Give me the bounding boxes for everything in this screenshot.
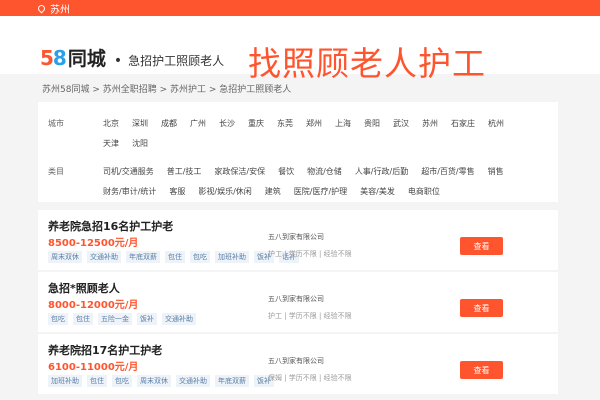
- city-option[interactable]: 东莞: [277, 114, 293, 134]
- benefit-tag: 交通补助: [176, 375, 210, 387]
- benefit-tag: 周末双休: [48, 251, 82, 263]
- city-option[interactable]: 成都: [161, 114, 177, 134]
- category-option[interactable]: 影视/娱乐/休闲: [198, 182, 251, 202]
- category-option[interactable]: 美容/美发: [360, 182, 395, 202]
- company-name[interactable]: 五八到家有限公司: [268, 294, 324, 304]
- logo-separator: •: [113, 53, 123, 69]
- category-option[interactable]: 客服: [169, 182, 185, 202]
- city-option[interactable]: 深圳: [132, 114, 148, 134]
- benefit-tag: 交通补助: [162, 313, 196, 325]
- benefit-tag: 加班补助: [215, 251, 249, 263]
- job-card[interactable]: 养老院招17名护工护老 6100-11000元/月 加班补助 包住 包吃 周末双休 交通补助…: [38, 334, 558, 394]
- city-option[interactable]: 贵阳: [364, 114, 380, 134]
- benefit-tags: 加班补助 包住 包吃 周末双休 交通补助 年底双薪 饭补: [48, 375, 279, 387]
- view-job-button[interactable]: 查看: [460, 361, 503, 379]
- city-filter-options: 北京 深圳 成都 广州 长沙 重庆 东莞 郑州 上海 贵阳 武汉 苏州 石家庄 杭州天津 沈阳: [103, 114, 523, 154]
- logo-text: 同城: [67, 48, 106, 70]
- job-title[interactable]: 养老院急招16名护工护老: [48, 218, 173, 234]
- job-salary: 6100-11000元/月: [48, 362, 139, 373]
- category-option[interactable]: 餐饮: [278, 162, 294, 182]
- category-option[interactable]: 家政保洁/安保: [214, 162, 265, 182]
- benefit-tag: 五险一金: [98, 313, 132, 325]
- page-banner-title: 找照顾老人护工: [248, 44, 486, 83]
- category-option[interactable]: 超市/百货/零售: [421, 162, 474, 182]
- category-option[interactable]: 财务/审计/统计: [103, 182, 156, 202]
- job-requirements: 护工 | 学历不限 | 经验不限: [268, 250, 352, 258]
- benefit-tag: 加班补助: [48, 375, 82, 387]
- breadcrumb[interactable]: 苏州58同城 > 苏州全职招聘 > 苏州护工 > 急招护工照顾老人: [42, 82, 291, 95]
- benefit-tag: 包住: [87, 375, 107, 387]
- benefit-tag: 包吃: [112, 375, 132, 387]
- city-option[interactable]: 北京: [103, 114, 119, 134]
- category-filter-label: 类目: [48, 167, 64, 176]
- city-filter-label: 城市: [48, 119, 64, 128]
- category-option[interactable]: 普工/技工: [167, 162, 202, 182]
- view-job-button[interactable]: 查看: [460, 237, 503, 255]
- benefit-tags: 包吃 包住 五险一金 饭补 交通补助: [48, 313, 201, 325]
- header: 58 同城 • 急招护工照顾老人 找照顾老人护工: [0, 16, 600, 83]
- city-option[interactable]: 重庆: [248, 114, 264, 134]
- company-name[interactable]: 五八到家有限公司: [268, 232, 324, 242]
- company-name[interactable]: 五八到家有限公司: [268, 356, 324, 366]
- category-filter-row: 类目 司机/交通服务 普工/技工 家政保洁/安保 餐饮 物流/仓储 人事/行政/后勤 超市/…: [48, 162, 523, 202]
- city-option[interactable]: 长沙: [219, 114, 235, 134]
- category-option[interactable]: 建筑: [265, 182, 281, 202]
- benefit-tag: 年底双薪: [215, 375, 249, 387]
- category-option[interactable]: 物流/仓储: [307, 162, 342, 182]
- city-option[interactable]: 广州: [190, 114, 206, 134]
- benefit-tag: 周末双休: [137, 375, 171, 387]
- benefit-tags: 周末双休 交通补助 年底双薪 包住 包吃 加班补助 饭补 话补: [48, 251, 304, 263]
- location-pin-icon: [36, 3, 47, 13]
- job-title[interactable]: 急招*照顾老人: [48, 280, 120, 296]
- job-card[interactable]: 急招*照顾老人 8000-12000元/月 包吃 包住 五险一金 饭补 交通补助 五八到家有限…: [38, 272, 558, 332]
- job-title[interactable]: 养老院招17名护工护老: [48, 342, 162, 358]
- city-filter-row: 城市 北京 深圳 成都 广州 长沙 重庆 东莞 郑州 上海 贵阳 武汉 苏州 石家庄 杭州天津 沈阳: [48, 114, 523, 154]
- category-option[interactable]: 销售: [488, 162, 504, 182]
- logo-number: 58: [40, 46, 67, 70]
- current-city[interactable]: 苏州: [50, 1, 70, 16]
- filter-panel: 城市 北京 深圳 成都 广州 长沙 重庆 东莞 郑州 上海 贵阳 武汉 苏州 石家庄 杭州天津 沈阳 类目 …: [38, 102, 558, 202]
- category-option[interactable]: 医院/医疗/护理: [294, 182, 347, 202]
- city-option[interactable]: 天津: [103, 134, 119, 154]
- category-filter-options: 司机/交通服务 普工/技工 家政保洁/安保 餐饮 物流/仓储 人事/行政/后勤 超市/百货/…: [103, 162, 523, 202]
- city-option[interactable]: 沈阳: [132, 134, 148, 154]
- benefit-tag: 包住: [73, 313, 93, 325]
- benefit-tag: 包吃: [48, 313, 68, 325]
- category-option[interactable]: 司机/交通服务: [103, 162, 154, 182]
- logo-subtitle: 急招护工照顾老人: [128, 54, 225, 68]
- city-option[interactable]: 上海: [335, 114, 351, 134]
- benefit-tag: 包吃: [190, 251, 210, 263]
- category-option[interactable]: 人事/行政/后勤: [355, 162, 408, 182]
- category-option[interactable]: 电商职位: [408, 182, 440, 202]
- benefit-tag: 包住: [165, 251, 185, 263]
- benefit-tag: 饭补: [137, 313, 157, 325]
- city-option[interactable]: 武汉: [393, 114, 409, 134]
- job-salary: 8500-12500元/月: [48, 238, 139, 249]
- site-logo[interactable]: 58 同城 • 急招护工照顾老人: [40, 44, 224, 71]
- city-option[interactable]: 石家庄: [451, 114, 475, 134]
- top-location-bar: 苏州: [0, 0, 600, 16]
- benefit-tag: 交通补助: [87, 251, 121, 263]
- city-option[interactable]: 杭州: [488, 114, 504, 134]
- job-requirements: 保姆 | 学历不限 | 经验不限: [268, 374, 352, 382]
- city-option[interactable]: 苏州: [422, 114, 438, 134]
- job-requirements: 护工 | 学历不限 | 经验不限: [268, 312, 352, 320]
- job-card[interactable]: 养老院急招16名护工护老 8500-12500元/月 周末双休 交通补助 年底双薪 包住包…: [38, 210, 558, 270]
- job-salary: 8000-12000元/月: [48, 300, 139, 311]
- city-option[interactable]: 郑州: [306, 114, 322, 134]
- benefit-tag: 年底双薪: [126, 251, 160, 263]
- view-job-button[interactable]: 查看: [460, 299, 503, 317]
